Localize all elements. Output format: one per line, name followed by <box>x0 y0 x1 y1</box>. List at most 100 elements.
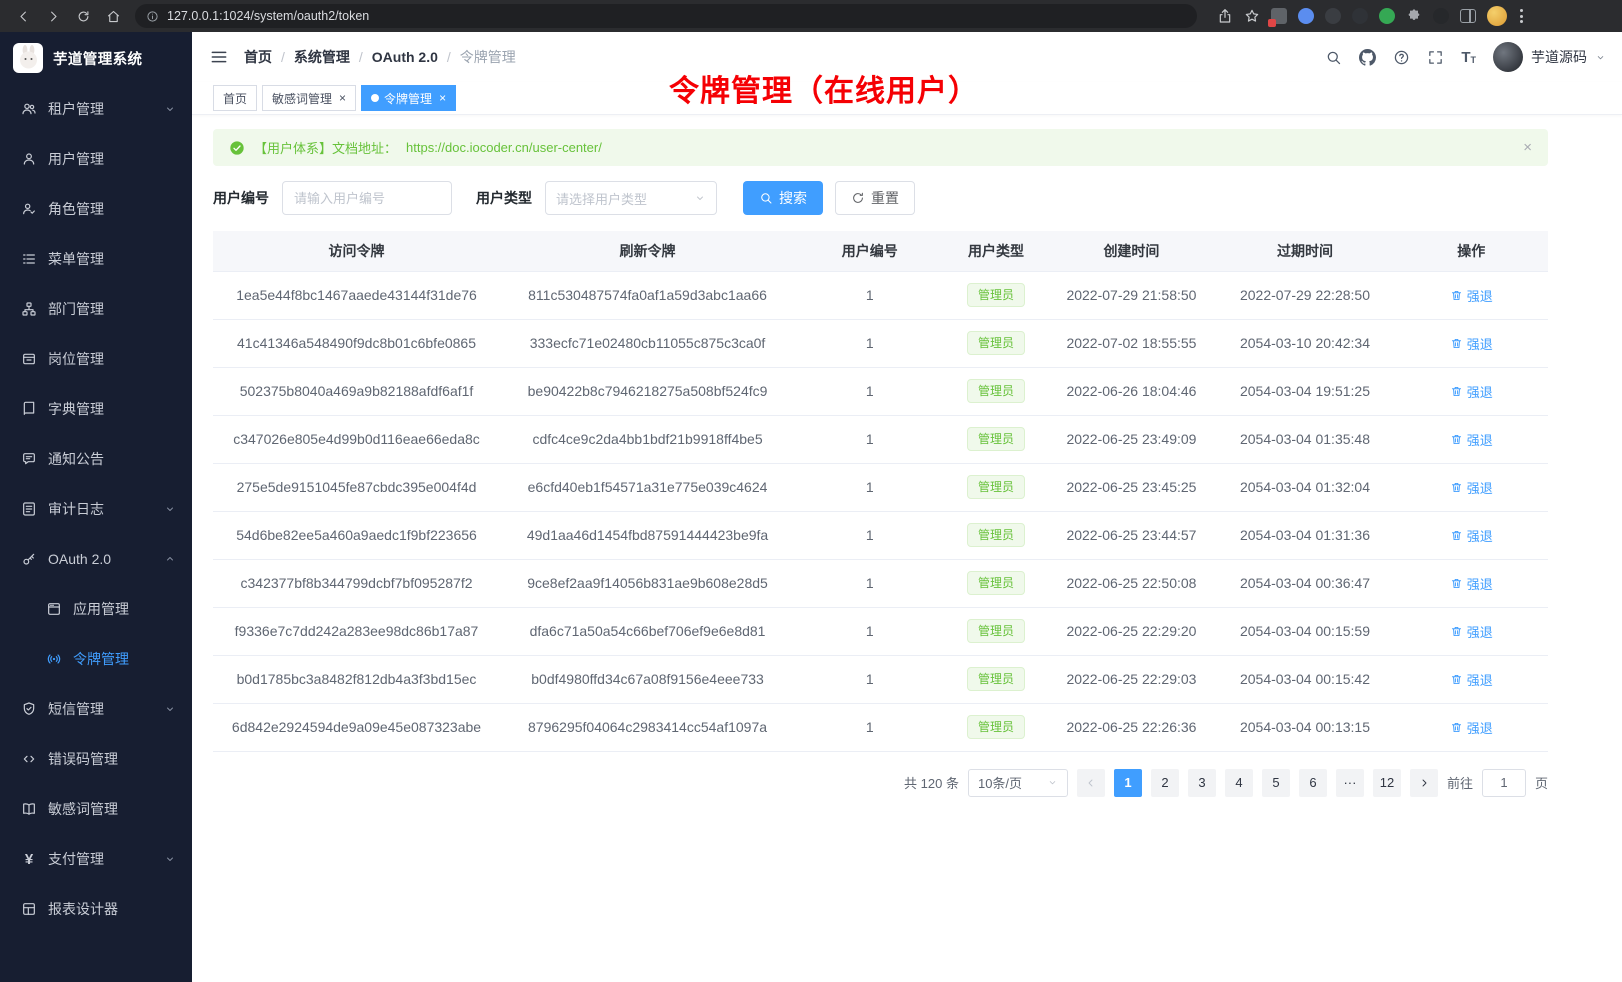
next-page-button[interactable] <box>1410 769 1438 797</box>
back-icon[interactable] <box>16 9 31 24</box>
extensions-puzzle-icon[interactable] <box>1406 8 1422 24</box>
address-bar[interactable]: 127.0.0.1:1024/system/oauth2/token <box>135 4 1197 28</box>
chevron-down-icon <box>164 853 176 865</box>
action-cell: 强退 <box>1394 607 1548 655</box>
force-logout-button[interactable]: 强退 <box>1450 478 1493 497</box>
share-icon[interactable] <box>1217 8 1233 24</box>
trash-icon <box>1450 337 1463 350</box>
extension-green-icon[interactable] <box>1379 8 1395 24</box>
page-button-4[interactable]: 4 <box>1225 769 1253 797</box>
fullscreen-icon[interactable] <box>1427 49 1444 66</box>
force-logout-button[interactable]: 强退 <box>1450 670 1493 689</box>
force-logout-button[interactable]: 强退 <box>1450 430 1493 449</box>
force-logout-button[interactable]: 强退 <box>1450 526 1493 545</box>
page-button-5[interactable]: 5 <box>1262 769 1290 797</box>
sidebar-item-payment[interactable]: ¥支付管理 <box>0 834 192 884</box>
search-icon[interactable] <box>1325 49 1342 66</box>
sidebar-item-app-mgmt[interactable]: 应用管理 <box>0 584 192 634</box>
refresh-token-cell: b0df4980ffd34c67a08f9156e4eee733 <box>500 655 795 703</box>
app-logo-block[interactable]: 芋道管理系统 <box>0 32 192 84</box>
doc-link[interactable]: https://doc.iocoder.cn/user-center/ <box>406 140 602 155</box>
close-icon[interactable]: × <box>439 92 446 104</box>
sidebar-item-dept[interactable]: 部门管理 <box>0 284 192 334</box>
sidebar-item-tenant[interactable]: 租户管理 <box>0 84 192 134</box>
forward-icon[interactable] <box>46 9 61 24</box>
user-type-badge: 管理员 <box>967 475 1025 500</box>
split-view-icon[interactable] <box>1460 9 1476 23</box>
page-button-1[interactable]: 1 <box>1114 769 1142 797</box>
sidebar-collapse-icon[interactable] <box>209 47 229 67</box>
extension-badged-icon[interactable] <box>1271 8 1287 24</box>
sidebar-item-post[interactable]: 岗位管理 <box>0 334 192 384</box>
breadcrumb-home[interactable]: 首页 <box>244 47 272 67</box>
user-type-select[interactable]: 请选择用户类型 <box>545 181 717 215</box>
close-icon[interactable]: × <box>339 92 346 104</box>
table-row: 54d6be82ee5a460a9aedc1f9bf223656 49d1aa4… <box>213 511 1548 559</box>
access-token-cell: 1ea5e44f8bc1467aaede43144f31de76 <box>213 271 500 319</box>
sidebar-item-sensitive-word[interactable]: 敏感词管理 <box>0 784 192 834</box>
report-layout-icon <box>21 901 37 917</box>
sidebar-item-error-code[interactable]: 错误码管理 <box>0 734 192 784</box>
tab-sensitive-word[interactable]: 敏感词管理× <box>262 85 356 111</box>
bookmark-star-icon[interactable] <box>1244 8 1260 24</box>
force-logout-button[interactable]: 强退 <box>1450 718 1493 737</box>
sidebar-item-oauth[interactable]: OAuth 2.0 <box>0 534 192 584</box>
sidebar-item-report-designer[interactable]: 报表设计器 <box>0 884 192 934</box>
goto-page-input[interactable] <box>1482 769 1526 797</box>
create-time-cell: 2022-06-25 22:29:20 <box>1047 607 1215 655</box>
sidebar-item-role[interactable]: 角色管理 <box>0 184 192 234</box>
browser-menu-icon[interactable] <box>1518 7 1525 25</box>
trash-icon <box>1450 625 1463 638</box>
browser-profile-avatar[interactable] <box>1487 6 1507 26</box>
user-type-badge: 管理员 <box>967 619 1025 644</box>
table-row: c347026e805e4d99b0d116eae66eda8c cdfc4ce… <box>213 415 1548 463</box>
tab-home[interactable]: 首页 <box>213 85 257 111</box>
close-icon[interactable]: × <box>1523 140 1532 155</box>
sidebar-item-dict[interactable]: 字典管理 <box>0 384 192 434</box>
search-button[interactable]: 搜索 <box>743 181 823 215</box>
prev-page-button[interactable] <box>1077 769 1105 797</box>
tab-token-mgmt[interactable]: 令牌管理× <box>361 85 456 111</box>
extension-paw-icon[interactable] <box>1433 8 1449 24</box>
extension-dark-icon-1[interactable] <box>1325 8 1341 24</box>
force-logout-button[interactable]: 强退 <box>1450 382 1493 401</box>
user-avatar <box>1493 42 1523 72</box>
force-logout-button[interactable]: 强退 <box>1450 334 1493 353</box>
extension-dark-icon-2[interactable] <box>1352 8 1368 24</box>
col-actions: 操作 <box>1394 231 1548 271</box>
home-icon[interactable] <box>106 9 121 24</box>
sidebar-item-notice[interactable]: 通知公告 <box>0 434 192 484</box>
page-size-select[interactable]: 10条/页 <box>968 769 1068 797</box>
sidebar-item-sms[interactable]: 短信管理 <box>0 684 192 734</box>
force-logout-button[interactable]: 强退 <box>1450 574 1493 593</box>
force-logout-button[interactable]: 强退 <box>1450 622 1493 641</box>
breadcrumb-system[interactable]: 系统管理 <box>294 47 350 67</box>
breadcrumb-oauth[interactable]: OAuth 2.0 <box>372 49 438 65</box>
sidebar-item-user[interactable]: 用户管理 <box>0 134 192 184</box>
page-button-6[interactable]: 6 <box>1299 769 1327 797</box>
sidebar-item-token-mgmt[interactable]: 令牌管理 <box>0 634 192 684</box>
page-button-2[interactable]: 2 <box>1151 769 1179 797</box>
force-logout-button[interactable]: 强退 <box>1450 286 1493 305</box>
reset-button[interactable]: 重置 <box>835 181 915 215</box>
more-pages-button[interactable]: ··· <box>1336 769 1364 797</box>
github-icon[interactable] <box>1359 49 1376 66</box>
user-id-cell: 1 <box>795 463 945 511</box>
extension-blue-icon[interactable] <box>1298 8 1314 24</box>
search-form: 用户编号 用户类型 请选择用户类型 搜索 重置 <box>213 181 1548 215</box>
sidebar-item-menu[interactable]: 菜单管理 <box>0 234 192 284</box>
user-menu[interactable]: 芋道源码 <box>1493 42 1606 72</box>
page-info-icon[interactable] <box>146 10 159 23</box>
page-button-12[interactable]: 12 <box>1373 769 1401 797</box>
user-icon <box>21 151 37 167</box>
user-type-cell: 管理员 <box>945 319 1048 367</box>
user-id-input[interactable] <box>282 181 452 215</box>
oauth-key-icon <box>21 551 37 567</box>
reload-icon[interactable] <box>76 9 91 24</box>
font-size-icon[interactable]: TT <box>1461 50 1476 65</box>
col-user-type: 用户类型 <box>945 231 1048 271</box>
help-icon[interactable] <box>1393 49 1410 66</box>
pagination: 共 120 条 10条/页 1 2 3 4 5 6 ··· 12 前往 页 <box>213 769 1548 797</box>
page-button-3[interactable]: 3 <box>1188 769 1216 797</box>
sidebar-item-audit-log[interactable]: 审计日志 <box>0 484 192 534</box>
